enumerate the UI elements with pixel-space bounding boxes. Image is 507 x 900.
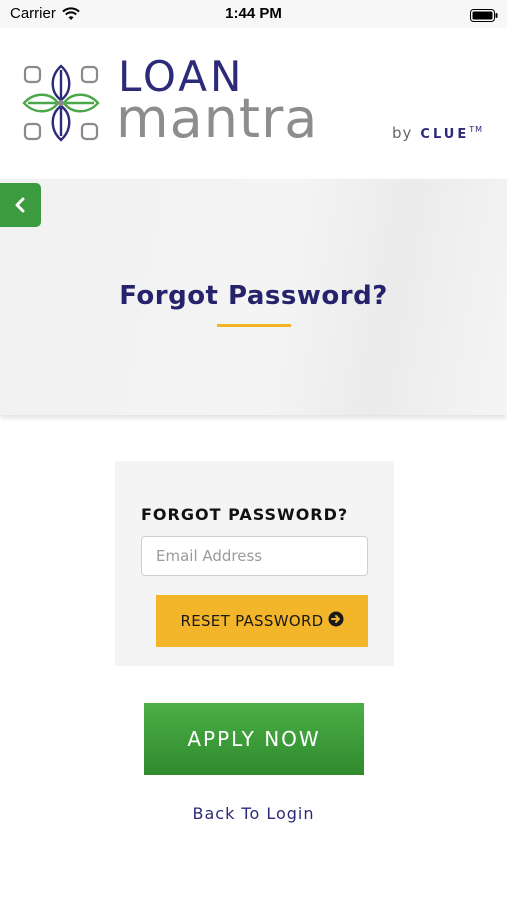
forgot-password-card: FORGOT PASSWORD? RESET PASSWORD [115, 461, 394, 666]
status-bar: Carrier 1:44 PM [0, 0, 507, 28]
reset-password-label: RESET PASSWORD [180, 612, 324, 630]
page-banner: Forgot Password? [0, 179, 507, 415]
chevron-left-icon [14, 197, 26, 217]
app-header: LOAN mantra by CLUETM [0, 28, 507, 179]
byline-by: by [392, 124, 413, 142]
brand-logo-icon [20, 62, 102, 148]
byline-partner: CLUE [420, 127, 470, 142]
form-heading: FORGOT PASSWORD? [141, 505, 349, 524]
reset-password-button[interactable]: RESET PASSWORD [156, 595, 368, 647]
brand-word-mantra: mantra [116, 87, 319, 150]
trademark-mark: TM [469, 125, 484, 134]
email-input[interactable] [141, 536, 368, 576]
back-to-login-link[interactable]: Back To Login [0, 804, 507, 823]
title-underline [217, 324, 291, 327]
brand-byline: by CLUETM [392, 124, 483, 142]
page-title: Forgot Password? [119, 281, 388, 311]
back-button[interactable] [0, 183, 41, 227]
status-time: 1:44 PM [225, 5, 282, 22]
apply-now-button[interactable]: APPLY NOW [144, 703, 364, 775]
battery-icon [470, 7, 498, 26]
arrow-circle-right-icon [328, 611, 344, 631]
